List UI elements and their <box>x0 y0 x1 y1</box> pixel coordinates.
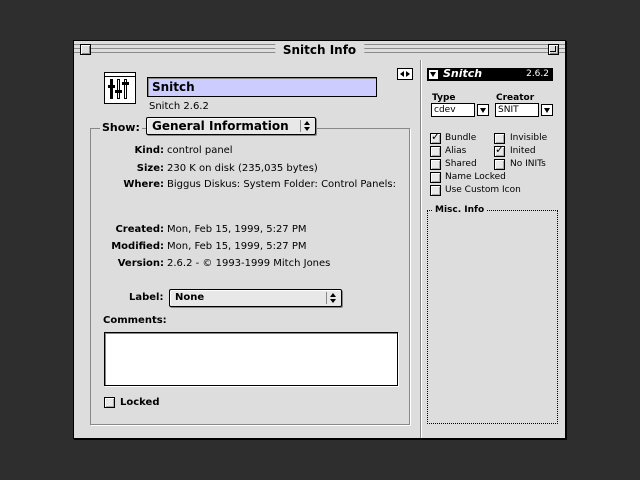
label-popup-value: None <box>175 292 205 303</box>
no-inits-label[interactable]: No INITs <box>510 159 546 170</box>
no-inits-checkbox[interactable] <box>494 159 505 170</box>
version-key: Version: <box>117 258 164 269</box>
label-popup-menu[interactable]: None <box>169 289 342 307</box>
snitch-version: 2.6.2 <box>526 69 549 79</box>
misc-info-label: Misc. Info <box>433 205 487 216</box>
inited-label[interactable]: Inited <box>510 146 536 157</box>
show-popup-value: General Information <box>152 119 289 133</box>
locked-checkbox[interactable] <box>104 397 115 408</box>
general-info-pane: Snitch Snitch 2.6.2 Show: General Inform… <box>74 60 420 438</box>
zoom-box[interactable] <box>548 44 559 55</box>
shared-label[interactable]: Shared <box>445 159 477 170</box>
modified-value: Mon, Feb 15, 1999, 5:27 PM <box>167 241 307 252</box>
alias-checkbox[interactable] <box>430 146 441 157</box>
bundle-checkbox[interactable] <box>430 131 441 144</box>
name-locked-checkbox[interactable] <box>430 172 441 183</box>
version-row: Version: <box>99 257 164 271</box>
version-value: 2.6.2 - © 1993-1999 Mitch Jones <box>167 258 331 269</box>
show-label: Show: <box>100 121 142 135</box>
created-value: Mon, Feb 15, 1999, 5:27 PM <box>167 224 307 235</box>
use-custom-icon-checkbox[interactable] <box>430 185 441 196</box>
type-label: Type <box>432 93 456 103</box>
bundle-label[interactable]: Bundle <box>445 133 476 144</box>
snitch-pane: Snitch 2.6.2 Type cdev Creator SNIT Bund… <box>397 60 565 438</box>
modified-key: Modified: <box>111 241 164 252</box>
kind-value: control panel <box>167 145 233 156</box>
type-popup-arrow[interactable] <box>477 104 489 116</box>
kind-row: Kind: <box>99 144 164 158</box>
shared-checkbox[interactable] <box>430 159 441 170</box>
alias-label[interactable]: Alias <box>445 146 466 157</box>
show-popup-menu[interactable]: General Information <box>146 117 316 135</box>
inited-checkbox[interactable] <box>494 144 505 157</box>
where-key: Where: <box>123 179 164 190</box>
type-field[interactable]: cdev <box>431 103 475 117</box>
creator-popup-arrow[interactable] <box>541 104 553 116</box>
close-box[interactable] <box>80 44 91 55</box>
version-line: Snitch 2.6.2 <box>149 101 209 112</box>
title-bar[interactable]: Snitch Info <box>74 41 565 59</box>
use-custom-icon-label[interactable]: Use Custom Icon <box>445 185 521 196</box>
disclosure-icon[interactable] <box>429 70 438 79</box>
kind-key: Kind: <box>134 145 164 156</box>
size-key: Size: <box>136 163 164 174</box>
where-row: Where: <box>99 178 164 192</box>
popup-arrows-icon <box>326 292 338 304</box>
snitch-header[interactable]: Snitch 2.6.2 <box>427 67 553 81</box>
window-title: Snitch Info <box>274 42 365 58</box>
name-locked-label[interactable]: Name Locked <box>445 172 506 183</box>
size-value: 230 K on disk (235,035 bytes) <box>167 163 318 174</box>
comments-label: Comments: <box>103 315 167 326</box>
expand-collapse-button[interactable] <box>397 68 413 80</box>
label-label: Label: <box>129 292 164 303</box>
locked-label[interactable]: Locked <box>120 397 160 408</box>
creator-field[interactable]: SNIT <box>495 103 539 117</box>
creator-label: Creator <box>496 93 535 103</box>
popup-arrows-icon <box>300 120 312 132</box>
modified-row: Modified: <box>99 240 164 254</box>
comments-field[interactable] <box>104 332 398 386</box>
control-panel-icon <box>104 72 136 104</box>
misc-info-box <box>427 210 558 424</box>
created-key: Created: <box>115 224 164 235</box>
where-value: Biggus Diskus: System Folder: Control Pa… <box>167 179 396 190</box>
size-row: Size: <box>99 162 164 176</box>
info-window: Snitch Info Snitch Snitch 2.6.2 Show: Ge… <box>73 40 566 439</box>
invisible-label[interactable]: Invisible <box>510 133 547 144</box>
file-name-field[interactable]: Snitch <box>147 77 377 97</box>
snitch-title: Snitch <box>443 67 483 80</box>
created-row: Created: <box>99 223 164 237</box>
